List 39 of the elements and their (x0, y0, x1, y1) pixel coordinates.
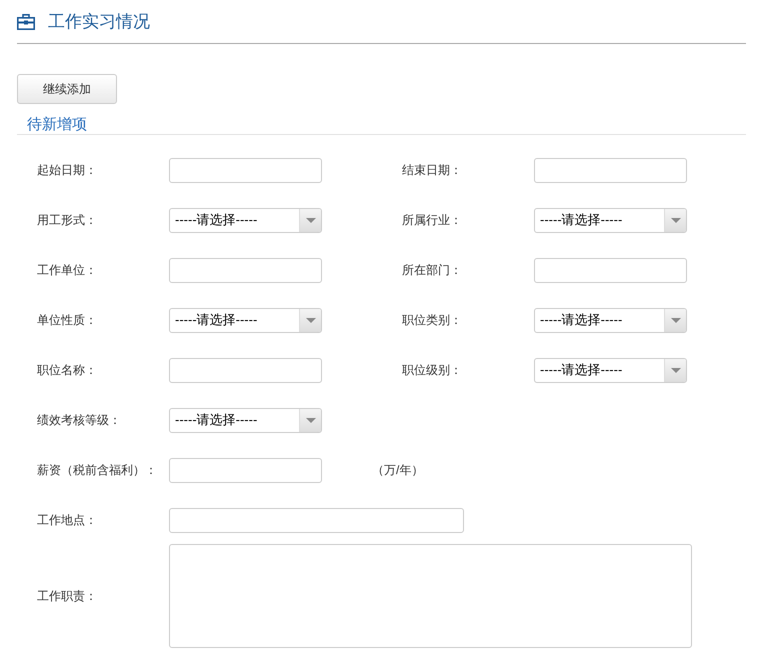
field-label: 职位级别： (402, 362, 463, 379)
field-label: 薪资（税前含福利）： (37, 462, 158, 479)
dropdown[interactable]: -----请选择----- (169, 308, 322, 332)
input-field[interactable] (169, 458, 322, 482)
dropdown[interactable]: -----请选择----- (534, 308, 687, 332)
field-label: 职位类别： (402, 312, 463, 329)
dropdown[interactable]: -----请选择----- (169, 208, 322, 232)
field-label: 所在部门： (402, 262, 463, 279)
input-field[interactable] (534, 158, 687, 182)
input-field[interactable] (169, 258, 322, 282)
caret-icon (306, 318, 316, 322)
add-button[interactable]: 继续添加 (17, 74, 117, 104)
field-label: 结束日期： (402, 162, 463, 179)
text-area[interactable] (169, 544, 692, 648)
input-field[interactable] (534, 258, 687, 282)
caret-icon (306, 218, 316, 222)
dropdown[interactable]: -----请选择----- (534, 208, 687, 232)
field-label: 工作地点： (37, 512, 98, 529)
field-label: 工作单位： (37, 262, 98, 279)
input-field[interactable] (169, 508, 464, 532)
input-field[interactable] (169, 158, 322, 182)
dropdown[interactable]: -----请选择----- (534, 358, 687, 382)
caret-icon (306, 418, 316, 422)
field-label: 所属行业： (402, 212, 463, 229)
field-label: 职位名称： (37, 362, 98, 379)
dropdown[interactable]: -----请选择----- (169, 408, 322, 432)
unit-label: （万/年） (372, 462, 424, 479)
input-field[interactable] (169, 358, 322, 382)
field-label: 用工形式： (37, 212, 98, 229)
field-label: 绩效考核等级： (37, 412, 122, 429)
caret-icon (670, 218, 680, 222)
caret-icon (670, 318, 680, 322)
field-label: 单位性质： (37, 312, 98, 329)
briefcase-icon (17, 14, 35, 30)
field-label: 起始日期： (37, 162, 98, 179)
section-title: 待新增项 (27, 116, 87, 134)
caret-icon (670, 368, 680, 372)
page-title: 工作实习情况 (48, 10, 150, 33)
field-label: 工作职责： (37, 588, 98, 605)
